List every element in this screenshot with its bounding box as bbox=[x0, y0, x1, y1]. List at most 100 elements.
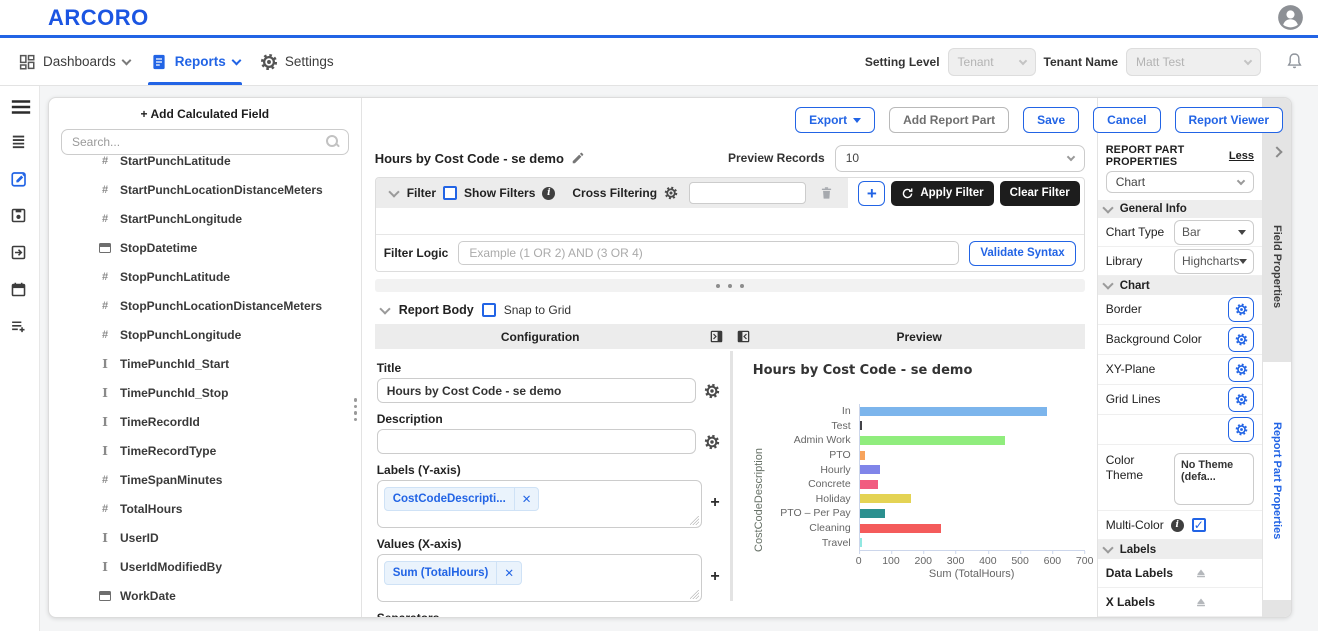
chart-bar[interactable] bbox=[860, 421, 863, 430]
nav-settings[interactable]: Settings bbox=[250, 38, 344, 85]
chart-description-input[interactable] bbox=[377, 429, 696, 454]
label-format-icon[interactable] bbox=[1194, 567, 1208, 579]
preview-records-select[interactable]: 10 bbox=[835, 145, 1085, 172]
collapse-properties-chevron-icon[interactable] bbox=[1271, 146, 1282, 157]
chart-section-bar[interactable]: Chart bbox=[1098, 276, 1262, 295]
cancel-button[interactable]: Cancel bbox=[1093, 107, 1160, 133]
property-settings-gear-button[interactable] bbox=[1228, 387, 1254, 412]
title-settings-gear-icon[interactable] bbox=[704, 383, 720, 399]
add-label-field-button[interactable]: + bbox=[710, 494, 719, 512]
color-theme-select[interactable]: No Theme (defa... bbox=[1174, 453, 1254, 505]
collapse-filter-chevron-icon[interactable] bbox=[388, 186, 399, 197]
field-name: TimeRecordId bbox=[120, 415, 200, 429]
add-value-field-button[interactable]: + bbox=[710, 568, 719, 586]
labels-y-axis-area[interactable]: CostCodeDescripti... ✕ bbox=[377, 480, 703, 528]
field-search-input[interactable] bbox=[61, 129, 349, 155]
apply-filter-button[interactable]: Apply Filter bbox=[891, 181, 993, 206]
field-item[interactable]: IUserID bbox=[99, 523, 361, 552]
collapse-report-body-chevron-icon[interactable] bbox=[379, 303, 390, 314]
property-settings-gear-button[interactable] bbox=[1228, 327, 1254, 352]
gear-icon bbox=[260, 53, 278, 71]
general-info-section-bar[interactable]: General Info bbox=[1098, 200, 1262, 219]
remove-chip-icon[interactable]: ✕ bbox=[496, 562, 521, 584]
export-panel-icon[interactable] bbox=[10, 244, 30, 264]
save-button[interactable]: Save bbox=[1023, 107, 1079, 133]
tab-report-part-properties[interactable]: Report Part Properties bbox=[1263, 362, 1291, 600]
field-item[interactable]: ITimePunchId_Start bbox=[99, 349, 361, 378]
tenant-name-select[interactable]: Matt Test bbox=[1126, 48, 1261, 76]
chart-bar[interactable] bbox=[860, 451, 865, 460]
chart-bar[interactable] bbox=[860, 480, 878, 489]
multi-color-checkbox[interactable]: ✓ bbox=[1192, 518, 1206, 532]
panel-drag-handle[interactable] bbox=[354, 398, 358, 421]
setting-level-select[interactable]: Tenant bbox=[948, 48, 1036, 76]
edit-title-pencil-icon[interactable] bbox=[571, 151, 585, 165]
info-icon[interactable]: i bbox=[542, 187, 555, 200]
labels-section-bar[interactable]: Labels bbox=[1098, 540, 1262, 559]
info-icon[interactable]: i bbox=[1171, 519, 1184, 532]
field-item[interactable]: #StopPunchLocationDistanceMeters bbox=[99, 291, 361, 320]
chart-bar[interactable] bbox=[860, 538, 862, 547]
add-filter-button[interactable]: + bbox=[858, 181, 885, 206]
report-viewer-button[interactable]: Report Viewer bbox=[1175, 107, 1283, 133]
show-filters-checkbox[interactable] bbox=[443, 186, 457, 200]
field-item[interactable]: #StartPunchLocationDistanceMeters bbox=[99, 175, 361, 204]
menu-hamburger-icon[interactable] bbox=[10, 96, 30, 116]
chart-bar[interactable] bbox=[860, 465, 880, 474]
collapse-left-panel-icon[interactable] bbox=[710, 330, 723, 343]
chart-bar[interactable] bbox=[860, 407, 1047, 416]
saved-reports-icon[interactable] bbox=[10, 207, 30, 227]
property-settings-gear-button[interactable] bbox=[1228, 417, 1254, 442]
field-item[interactable]: StopDatetime bbox=[99, 233, 361, 262]
filter-logic-input[interactable] bbox=[458, 241, 959, 265]
label-format-icon[interactable] bbox=[1194, 596, 1208, 608]
values-x-axis-area[interactable]: Sum (TotalHours) ✕ bbox=[377, 554, 703, 602]
field-item[interactable]: #StopPunchLongitude bbox=[99, 320, 361, 349]
add-calculated-field-button[interactable]: + Add Calculated Field bbox=[49, 107, 361, 121]
validate-syntax-button[interactable]: Validate Syntax bbox=[969, 241, 1075, 266]
section-resize-handle[interactable] bbox=[375, 279, 1085, 292]
chart-bar[interactable] bbox=[860, 509, 885, 518]
snap-to-grid-checkbox[interactable] bbox=[482, 303, 496, 317]
text-type-icon: I bbox=[99, 560, 111, 574]
library-select[interactable]: Highcharts bbox=[1174, 249, 1254, 274]
schedule-icon[interactable] bbox=[10, 281, 30, 301]
clear-filter-button[interactable]: Clear Filter bbox=[1000, 181, 1080, 206]
property-settings-gear-button[interactable] bbox=[1228, 297, 1254, 322]
remove-chip-icon[interactable]: ✕ bbox=[514, 488, 539, 510]
chart-title-input[interactable] bbox=[377, 378, 696, 403]
export-button[interactable]: Export bbox=[795, 107, 875, 133]
field-item[interactable]: IUserIdModifiedBy bbox=[99, 552, 361, 581]
edit-report-icon[interactable] bbox=[10, 170, 30, 190]
chart-type-select[interactable]: Bar bbox=[1174, 220, 1254, 245]
description-settings-gear-icon[interactable] bbox=[704, 434, 720, 450]
delete-filter-trash-icon[interactable] bbox=[819, 185, 834, 201]
field-item[interactable]: #StartPunchLongitude bbox=[99, 204, 361, 233]
tab-field-properties[interactable]: Field Properties bbox=[1263, 172, 1291, 362]
field-item[interactable]: #TotalHours bbox=[99, 494, 361, 523]
field-item[interactable]: WorkDate bbox=[99, 581, 361, 610]
nav-dashboards[interactable]: Dashboards bbox=[8, 38, 140, 85]
chart-category-label: Admin Work bbox=[767, 434, 859, 446]
notifications-bell-icon[interactable] bbox=[1285, 51, 1304, 72]
chart-bar[interactable] bbox=[860, 436, 1005, 445]
list-icon[interactable] bbox=[10, 133, 30, 153]
field-item[interactable]: ITimePunchId_Stop bbox=[99, 378, 361, 407]
field-item[interactable]: ITimeRecordId bbox=[99, 407, 361, 436]
playlist-add-icon[interactable] bbox=[10, 318, 30, 338]
cross-filtering-gear-icon[interactable] bbox=[664, 186, 678, 200]
part-type-select[interactable]: Chart bbox=[1106, 171, 1254, 193]
filter-expression-input[interactable] bbox=[689, 182, 806, 204]
field-item[interactable]: ITimeRecordType bbox=[99, 436, 361, 465]
field-item[interactable]: #StopPunchLatitude bbox=[99, 262, 361, 291]
user-avatar-icon[interactable] bbox=[1277, 4, 1304, 31]
less-link[interactable]: Less bbox=[1229, 150, 1254, 162]
chart-bar[interactable] bbox=[860, 494, 911, 503]
collapse-right-panel-icon[interactable] bbox=[737, 330, 750, 343]
property-settings-gear-button[interactable] bbox=[1228, 357, 1254, 382]
add-report-part-button[interactable]: Add Report Part bbox=[889, 107, 1009, 133]
nav-reports[interactable]: Reports bbox=[140, 38, 250, 85]
field-item[interactable]: #TimeSpanMinutes bbox=[99, 465, 361, 494]
chart-bar[interactable] bbox=[860, 524, 941, 533]
config-preview-divider[interactable] bbox=[730, 351, 733, 601]
